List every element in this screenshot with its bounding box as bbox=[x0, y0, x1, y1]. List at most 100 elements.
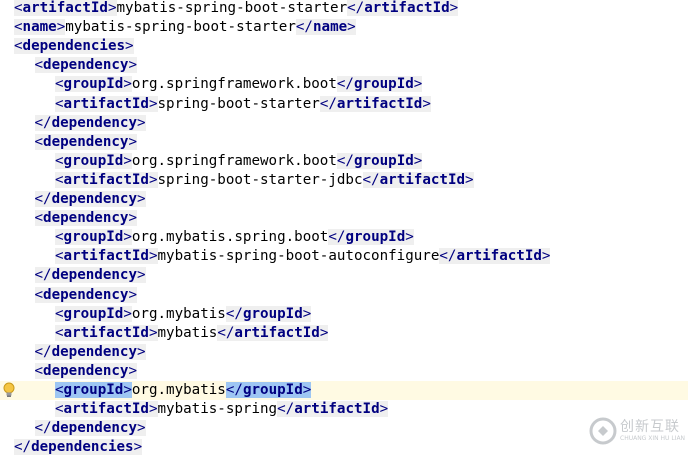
tag-name: artifactId bbox=[379, 171, 466, 188]
code-content: <artifactId>spring-boot-starter</artifac… bbox=[55, 95, 431, 114]
tag-name: dependency bbox=[43, 362, 129, 379]
code-content: <groupId>org.springframework.boot</group… bbox=[55, 75, 423, 94]
tag-name: groupId bbox=[63, 152, 124, 169]
code-line[interactable]: <artifactId>spring-boot-starter-jdbc</ar… bbox=[0, 171, 688, 190]
tag-value: org.springframework.boot bbox=[131, 76, 337, 93]
opening-tag: <artifactId> bbox=[55, 95, 158, 112]
tag-name: dependency bbox=[51, 267, 138, 284]
opening-tag: <artifactId> bbox=[55, 324, 158, 341]
code-line[interactable]: <dependency> bbox=[0, 133, 688, 152]
code-content: <groupId>org.springframework.boot</group… bbox=[55, 152, 423, 171]
code-line[interactable]: </dependency> bbox=[0, 190, 688, 209]
code-line[interactable]: <dependency> bbox=[0, 286, 688, 305]
tag-value: mybatis-spring-boot-starter bbox=[116, 0, 348, 16]
code-content: <name>mybatis-spring-boot-starter</name> bbox=[14, 18, 356, 37]
tag-value: spring-boot-starter bbox=[157, 95, 320, 112]
tag-name: dependency bbox=[51, 114, 138, 131]
lightbulb-icon[interactable] bbox=[3, 382, 15, 398]
tag-value: org.mybatis bbox=[131, 305, 226, 322]
opening-tag: <artifactId> bbox=[55, 248, 158, 265]
code-line[interactable]: <groupId>org.springframework.boot</group… bbox=[0, 152, 688, 171]
closing-tag: </dependency> bbox=[34, 114, 146, 131]
tag-name: groupId bbox=[63, 382, 124, 398]
code-line[interactable]: <dependency> bbox=[0, 209, 688, 228]
tag-name: dependency bbox=[43, 133, 129, 150]
tag-name: groupId bbox=[345, 229, 406, 246]
code-content: </dependency> bbox=[34, 266, 146, 285]
closing-tag: </artifactId> bbox=[277, 401, 389, 418]
tag-name: artifactId bbox=[63, 95, 149, 112]
xml-editor[interactable]: <artifactId>mybatis-spring-boot-starter<… bbox=[0, 0, 688, 457]
closing-tag: </dependency> bbox=[34, 191, 146, 207]
closing-tag: </groupId> bbox=[328, 229, 414, 246]
code-content: <dependencies> bbox=[14, 37, 134, 56]
tag-value: org.mybatis bbox=[131, 382, 226, 398]
opening-tag: <dependencies> bbox=[14, 38, 134, 55]
opening-tag: <groupId> bbox=[55, 76, 132, 93]
code-line[interactable]: <artifactId>mybatis-spring-boot-starter<… bbox=[0, 0, 688, 18]
closing-tag: </artifactId> bbox=[439, 248, 551, 265]
tag-name: artifactId bbox=[364, 0, 450, 16]
tag-name: artifactId bbox=[336, 95, 423, 112]
opening-tag: <groupId> bbox=[55, 305, 132, 322]
tag-name: dependency bbox=[51, 191, 138, 207]
tag-name: dependency bbox=[51, 343, 138, 360]
code-line[interactable]: </dependency> bbox=[0, 114, 688, 133]
tag-name: groupId bbox=[353, 76, 414, 93]
code-line[interactable]: <artifactId>mybatis</artifactId> bbox=[0, 324, 688, 343]
tag-name: groupId bbox=[63, 229, 124, 246]
opening-tag: <artifactId> bbox=[55, 171, 158, 188]
code-line[interactable]: </dependency> bbox=[0, 266, 688, 285]
tag-name: dependency bbox=[43, 210, 129, 227]
code-line[interactable]: <groupId>org.springframework.boot</group… bbox=[0, 75, 688, 94]
code-content: <artifactId>spring-boot-starter-jdbc</ar… bbox=[55, 171, 474, 190]
closing-tag: </dependency> bbox=[34, 267, 146, 284]
code-content: <dependency> bbox=[34, 56, 138, 75]
code-line[interactable]: <artifactId>mybatis-spring-boot-autoconf… bbox=[0, 247, 688, 266]
tag-name: artifactId bbox=[63, 248, 149, 265]
code-content: <dependency> bbox=[34, 133, 138, 152]
opening-tag: <name> bbox=[14, 19, 66, 36]
tag-name: artifactId bbox=[63, 401, 149, 418]
code-line[interactable]: <groupId>org.mybatis</groupId> bbox=[0, 381, 688, 400]
tag-value: org.springframework.boot bbox=[131, 152, 337, 169]
code-content: </dependency> bbox=[34, 419, 146, 438]
tag-name: groupId bbox=[63, 76, 124, 93]
code-content: </dependency> bbox=[34, 190, 146, 209]
tag-name: artifactId bbox=[234, 324, 320, 341]
code-line[interactable]: <name>mybatis-spring-boot-starter</name> bbox=[0, 18, 688, 37]
closing-tag: </artifactId> bbox=[347, 0, 459, 16]
closing-tag: </name> bbox=[295, 19, 356, 36]
tag-name: artifactId bbox=[456, 248, 542, 265]
code-line[interactable]: </dependency> bbox=[0, 343, 688, 362]
tag-value: mybatis bbox=[157, 324, 218, 341]
tag-name: groupId bbox=[63, 305, 124, 322]
opening-tag: <artifactId> bbox=[55, 401, 158, 418]
code-line[interactable]: <artifactId>spring-boot-starter</artifac… bbox=[0, 95, 688, 114]
closing-tag: </dependency> bbox=[34, 343, 146, 360]
code-content: <artifactId>mybatis-spring-boot-starter<… bbox=[14, 0, 459, 18]
code-content: <groupId>org.mybatis</groupId> bbox=[55, 381, 312, 400]
code-content: </dependencies> bbox=[14, 438, 143, 457]
watermark-en-text: CHUANG XIN HU LIAN bbox=[620, 435, 686, 442]
code-content: <groupId>org.mybatis</groupId> bbox=[55, 305, 312, 324]
watermark-cn-text: 创新互联 bbox=[620, 419, 680, 435]
code-line[interactable]: <dependency> bbox=[0, 56, 688, 75]
tag-name: dependency bbox=[51, 420, 138, 437]
code-line[interactable]: <dependency> bbox=[0, 362, 688, 381]
tag-name: artifactId bbox=[63, 324, 149, 341]
code-content: <artifactId>mybatis-spring</artifactId> bbox=[55, 400, 389, 419]
opening-tag: <dependency> bbox=[34, 362, 138, 379]
code-line[interactable]: <groupId>org.mybatis</groupId> bbox=[0, 305, 688, 324]
tag-name: groupId bbox=[242, 382, 303, 398]
code-content: </dependency> bbox=[34, 343, 146, 362]
code-line[interactable]: <dependencies> bbox=[0, 37, 688, 56]
code-line[interactable]: <groupId>org.mybatis.spring.boot</groupI… bbox=[0, 228, 688, 247]
watermark-logo: 创新互联 CHUANG XIN HU LIAN bbox=[584, 408, 688, 454]
code-content: <dependency> bbox=[34, 286, 138, 305]
tag-name: groupId bbox=[242, 305, 303, 322]
tag-value: mybatis-spring-boot-starter bbox=[65, 19, 296, 36]
closing-tag: </artifactId> bbox=[217, 324, 329, 341]
tag-name: dependency bbox=[43, 286, 129, 303]
tag-name: groupId bbox=[353, 152, 414, 169]
